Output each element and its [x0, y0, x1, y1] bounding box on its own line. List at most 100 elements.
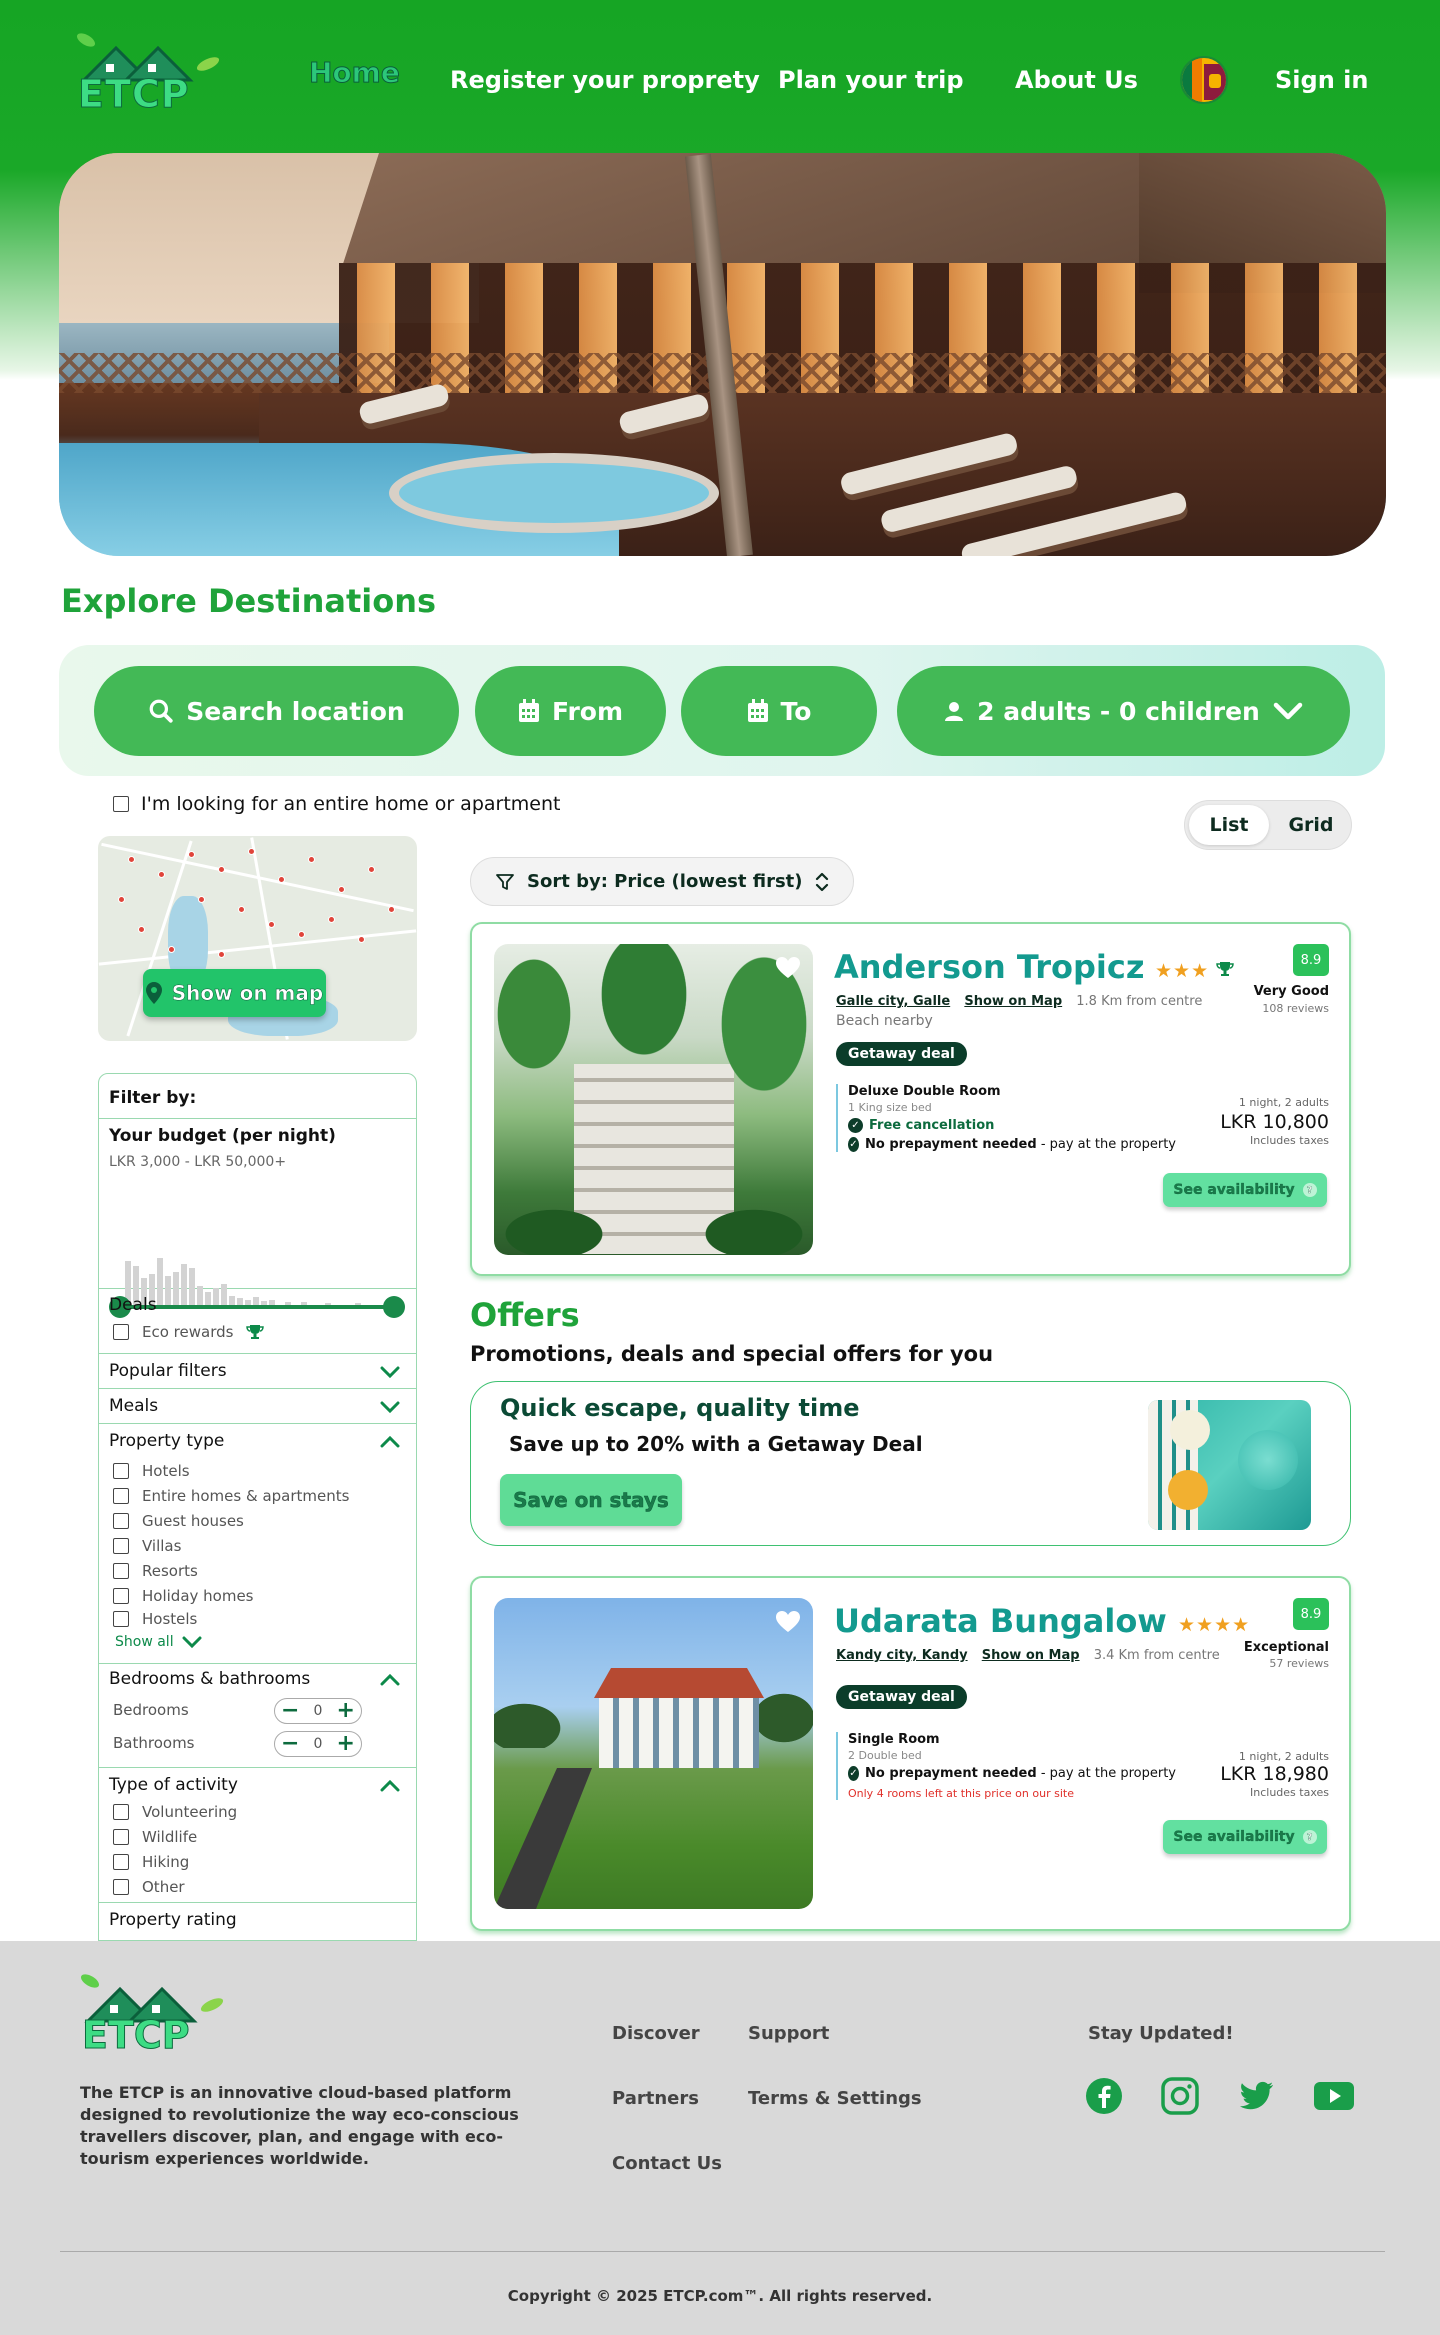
heart-icon[interactable] — [775, 956, 801, 980]
property-type-checkbox[interactable] — [113, 1611, 129, 1627]
eco-rewards-option[interactable]: Eco rewards — [113, 1323, 265, 1341]
budget-title: Your budget (per night) — [109, 1126, 336, 1146]
view-grid-option[interactable]: Grid — [1273, 805, 1349, 845]
see-availability-button[interactable]: See availability ? — [1163, 1173, 1327, 1207]
popular-filters-section[interactable]: Popular filters — [99, 1354, 416, 1389]
see-availability-button[interactable]: See availability ? — [1163, 1820, 1327, 1854]
property-type-option[interactable]: Villas — [113, 1537, 181, 1555]
nav-sign-in[interactable]: Sign in — [1275, 66, 1368, 94]
listing-name[interactable]: Anderson Tropicz — [834, 948, 1144, 986]
plus-icon[interactable]: + — [337, 1733, 355, 1755]
room-name: Deluxe Double Room — [848, 1084, 1001, 1099]
chevron-down-icon[interactable] — [380, 1365, 400, 1379]
listing-photo[interactable] — [494, 944, 813, 1255]
activity-option[interactable]: Other — [113, 1878, 185, 1896]
footer-link-contact[interactable]: Contact Us — [612, 2153, 722, 2174]
chevron-down-icon[interactable] — [380, 1400, 400, 1414]
chevron-up-icon[interactable] — [380, 1673, 400, 1687]
property-type-checkbox[interactable] — [113, 1513, 129, 1529]
footer-link-partners[interactable]: Partners — [612, 2088, 699, 2109]
activity-option[interactable]: Wildlife — [113, 1828, 197, 1846]
nav-about-us[interactable]: About Us — [1015, 66, 1138, 94]
property-rating-section[interactable]: Property rating — [99, 1903, 416, 1940]
listing-name[interactable]: Udarata Bungalow — [834, 1602, 1167, 1640]
bedrooms-stepper[interactable]: − 0 + — [274, 1698, 362, 1724]
activity-option[interactable]: Volunteering — [113, 1803, 237, 1821]
property-type-option[interactable]: Hotels — [113, 1462, 190, 1480]
property-type-checkbox[interactable] — [113, 1563, 129, 1579]
nav-plan-trip[interactable]: Plan your trip — [778, 66, 964, 94]
offer-image — [1148, 1400, 1311, 1530]
footer-link-support[interactable]: Support — [748, 2023, 829, 2044]
meals-section[interactable]: Meals — [99, 1389, 416, 1424]
footer-link-terms[interactable]: Terms & Settings — [748, 2088, 922, 2109]
heart-icon[interactable] — [775, 1610, 801, 1634]
property-type-option[interactable]: Hostels — [113, 1610, 197, 1628]
location-link[interactable]: Galle city, Galle — [836, 994, 950, 1009]
language-flag-icon[interactable] — [1180, 56, 1228, 104]
twitter-icon[interactable] — [1237, 2077, 1275, 2115]
activity-checkbox[interactable] — [113, 1804, 129, 1820]
budget-section: Your budget (per night) LKR 3,000 - LKR … — [99, 1119, 416, 1318]
map-pin-icon — [145, 982, 162, 1004]
listing-card[interactable]: Anderson Tropicz ★★★ 8.9 Very Good 108 r… — [470, 922, 1351, 1276]
property-type-checkbox[interactable] — [113, 1463, 129, 1479]
property-type-option[interactable]: Guest houses — [113, 1512, 244, 1530]
from-date-button[interactable]: From — [475, 666, 666, 756]
activity-checkbox[interactable] — [113, 1829, 129, 1845]
location-link[interactable]: Kandy city, Kandy — [836, 1648, 968, 1663]
listing-photo[interactable] — [494, 1598, 813, 1909]
activity-option[interactable]: Hiking — [113, 1853, 189, 1871]
to-date-button[interactable]: To — [681, 666, 877, 756]
rooms-left-warning: Only 4 rooms left at this price on our s… — [848, 1787, 1074, 1800]
guests-selector[interactable]: 2 adults - 0 children — [897, 666, 1350, 756]
show-on-map-button[interactable]: Show on map — [143, 969, 326, 1017]
minus-icon[interactable]: − — [281, 1700, 299, 1722]
plus-icon[interactable]: + — [337, 1700, 355, 1722]
filter-header: Filter by: — [99, 1074, 416, 1119]
logo-text: ETCP — [82, 2013, 191, 2058]
bed-bath-title: Bedrooms & bathrooms — [109, 1669, 311, 1689]
show-on-map-link[interactable]: Show on Map — [964, 994, 1062, 1009]
footer-description: The ETCP is an innovative cloud-based pl… — [80, 2083, 519, 2168]
footer-logo[interactable]: ETCP — [80, 1971, 240, 2061]
offer-subtitle: Save up to 20% with a Getaway Deal — [509, 1432, 923, 1456]
property-type-option[interactable]: Resorts — [113, 1562, 198, 1580]
chevron-up-icon[interactable] — [380, 1779, 400, 1793]
instagram-icon[interactable] — [1161, 2077, 1199, 2115]
property-type-checkbox[interactable] — [113, 1588, 129, 1604]
sort-label: Sort by: Price (lowest first) — [527, 871, 803, 892]
see-availability-label: See availability — [1173, 1182, 1295, 1198]
property-type-label: Entire homes & apartments — [142, 1487, 350, 1505]
chevron-up-icon[interactable] — [380, 1435, 400, 1449]
footer-link-discover[interactable]: Discover — [612, 2023, 700, 2044]
search-location-button[interactable]: Search location — [94, 666, 459, 756]
info-icon: ? — [1302, 1183, 1317, 1197]
view-list-option[interactable]: List — [1189, 805, 1269, 845]
facebook-icon[interactable] — [1085, 2077, 1123, 2115]
nav-register-property[interactable]: Register your proprety — [450, 66, 760, 94]
budget-range: LKR 3,000 - LKR 50,000+ — [109, 1154, 287, 1170]
eco-rewards-checkbox[interactable] — [113, 1324, 129, 1340]
nav-home[interactable]: Home — [309, 56, 401, 90]
entire-home-checkbox[interactable] — [113, 796, 129, 812]
property-type-checkbox[interactable] — [113, 1538, 129, 1554]
save-on-stays-button[interactable]: Save on stays — [500, 1474, 682, 1526]
bathrooms-value: 0 — [313, 1736, 323, 1752]
activity-checkbox[interactable] — [113, 1854, 129, 1870]
show-on-map-link[interactable]: Show on Map — [982, 1648, 1080, 1663]
feature-label: No prepayment needed — [864, 1137, 1037, 1152]
bathrooms-stepper[interactable]: − 0 + — [274, 1731, 362, 1757]
explore-title: Explore Destinations — [61, 582, 437, 620]
show-all-link[interactable]: Show all — [115, 1634, 202, 1650]
activity-checkbox[interactable] — [113, 1879, 129, 1895]
listing-card[interactable]: Udarata Bungalow ★★★★ 8.9 Exceptional 57… — [470, 1576, 1351, 1931]
map-preview[interactable]: Show on map — [98, 836, 417, 1041]
no-prepayment-feature: ✓ No prepayment needed - pay at the prope… — [848, 1766, 1176, 1781]
youtube-icon[interactable] — [1313, 2077, 1355, 2115]
minus-icon[interactable]: − — [281, 1733, 299, 1755]
property-type-option[interactable]: Entire homes & apartments — [113, 1487, 349, 1505]
property-type-checkbox[interactable] — [113, 1488, 129, 1504]
property-type-option[interactable]: Holiday homes — [113, 1587, 254, 1605]
sort-dropdown[interactable]: Sort by: Price (lowest first) — [470, 857, 854, 906]
